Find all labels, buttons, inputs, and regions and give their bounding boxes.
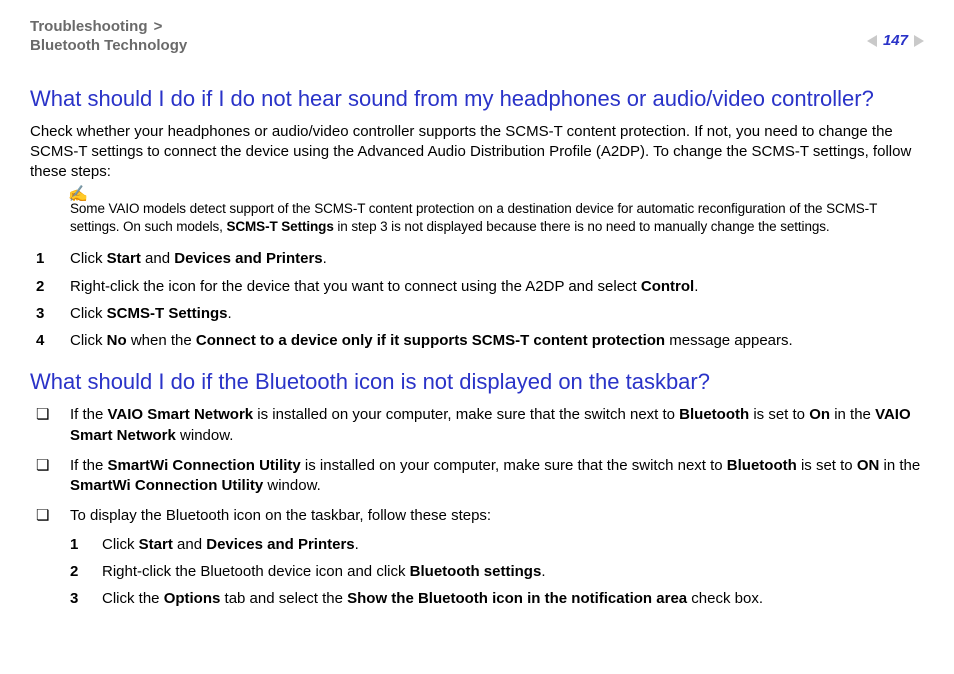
note-text: Some VAIO models detect support of the S… <box>70 200 924 235</box>
q1-note: ✍ Some VAIO models detect support of the… <box>70 200 924 235</box>
next-page-icon[interactable] <box>914 35 924 47</box>
list-item: 2 Right-click the Bluetooth device icon … <box>70 562 924 582</box>
breadcrumb-sub: Bluetooth Technology <box>30 37 187 54</box>
q2-substeps: 1 Click Start and Devices and Printers. … <box>70 535 924 610</box>
list-item: 4 Click No when the Connect to a device … <box>30 331 924 351</box>
list-item: 3 Click the Options tab and select the S… <box>70 589 924 609</box>
list-item: 1 Click Start and Devices and Printers. <box>70 535 924 555</box>
document-page: Troubleshooting > Bluetooth Technology 1… <box>0 0 954 674</box>
heading-q2: What should I do if the Bluetooth icon i… <box>30 369 924 395</box>
note-icon: ✍ <box>68 184 88 204</box>
breadcrumb: Troubleshooting > Bluetooth Technology <box>30 18 187 56</box>
page-number: 147 <box>883 32 908 49</box>
q1-steps: 1 Click Start and Devices and Printers. … <box>30 249 924 351</box>
list-item: If the VAIO Smart Network is installed o… <box>30 405 924 446</box>
breadcrumb-section: Troubleshooting <box>30 18 148 35</box>
list-item: To display the Bluetooth icon on the tas… <box>30 506 924 609</box>
list-item: 1 Click Start and Devices and Printers. <box>30 249 924 269</box>
pager: 147 <box>867 18 924 49</box>
list-item: 2 Right-click the icon for the device th… <box>30 277 924 297</box>
list-item: If the SmartWi Connection Utility is ins… <box>30 456 924 497</box>
list-item: 3 Click SCMS-T Settings. <box>30 304 924 324</box>
heading-q1: What should I do if I do not hear sound … <box>30 86 924 112</box>
prev-page-icon[interactable] <box>867 35 877 47</box>
q1-intro: Check whether your headphones or audio/v… <box>30 122 924 183</box>
breadcrumb-sep: > <box>152 18 165 35</box>
q2-list: If the VAIO Smart Network is installed o… <box>30 405 924 609</box>
page-header: Troubleshooting > Bluetooth Technology 1… <box>30 18 924 56</box>
